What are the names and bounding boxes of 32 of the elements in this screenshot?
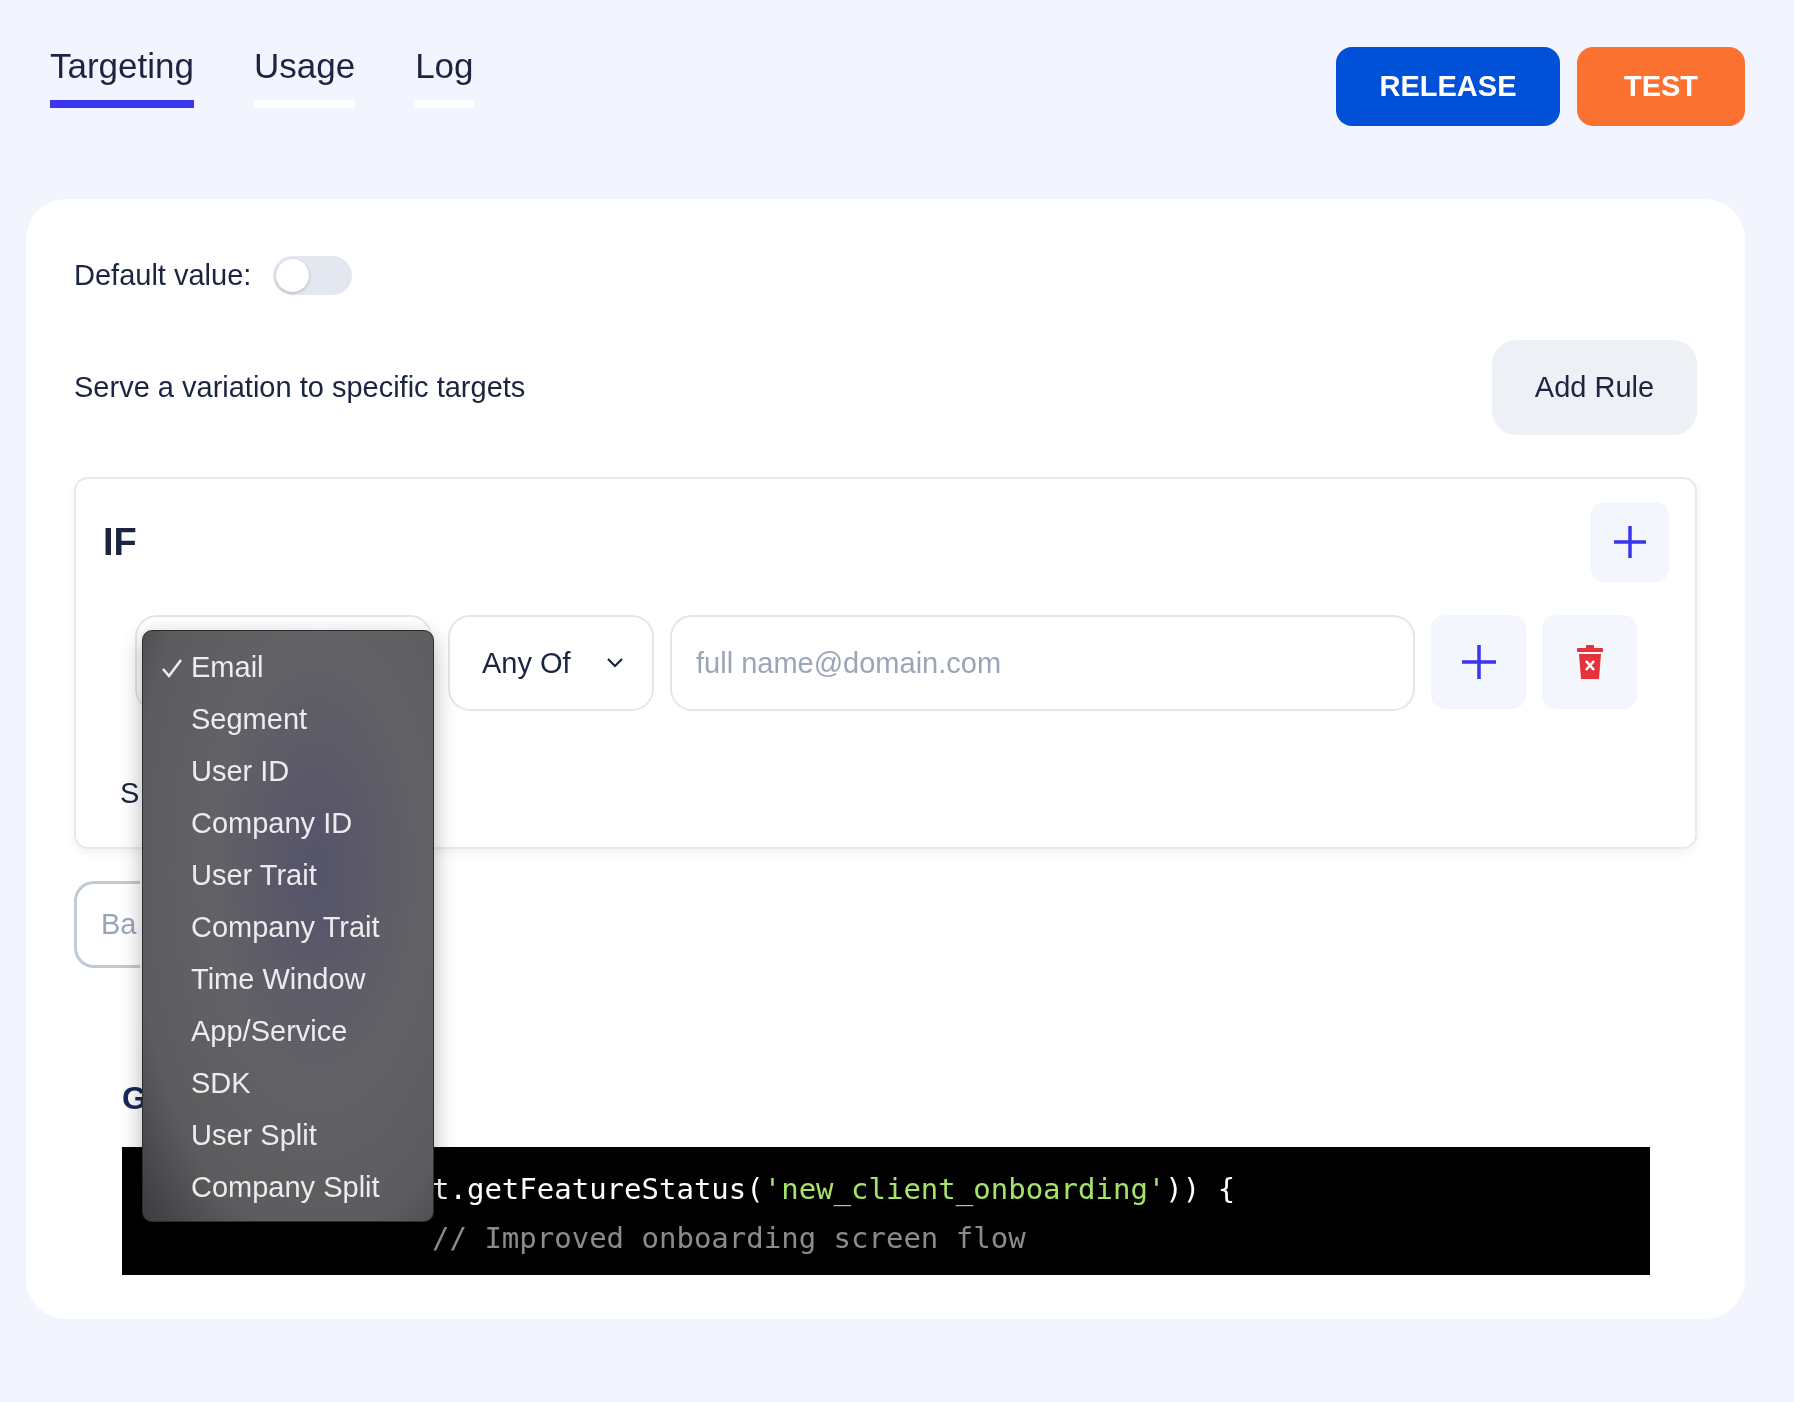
field-label: S bbox=[120, 777, 140, 810]
menu-item[interactable]: Email bbox=[143, 641, 433, 693]
add-rule-button[interactable]: Add Rule bbox=[1492, 340, 1697, 435]
menu-item[interactable]: Company ID bbox=[143, 797, 433, 849]
tab[interactable]: Usage bbox=[254, 46, 356, 108]
code-line: // Improved onboarding screen flow bbox=[432, 1220, 1027, 1257]
section-heading: Serve a variation to specific targets bbox=[74, 371, 526, 404]
trash-icon bbox=[1576, 645, 1603, 679]
menu-item[interactable]: User Trait bbox=[143, 849, 433, 901]
chevron-down-icon bbox=[606, 657, 624, 669]
release-button[interactable]: RELEASE bbox=[1336, 47, 1560, 126]
plus-icon bbox=[1611, 524, 1648, 560]
code-line: t.getFeatureStatus('new_client_onboarding')) { bbox=[432, 1171, 1237, 1208]
delete-button[interactable] bbox=[1542, 615, 1637, 709]
menu-item[interactable]: User Split bbox=[143, 1109, 433, 1161]
menu-item[interactable]: Segment bbox=[143, 693, 433, 745]
add-value-button[interactable] bbox=[1431, 615, 1526, 709]
input-field[interactable]: full name@domain.com bbox=[670, 615, 1415, 711]
operator-dropdown[interactable]: Any Of bbox=[448, 615, 654, 711]
menu-item[interactable]: Time Window bbox=[143, 953, 433, 1005]
menu-item[interactable]: SDK bbox=[143, 1057, 433, 1109]
menu-item[interactable]: App/Service bbox=[143, 1005, 433, 1057]
plus-icon bbox=[1459, 643, 1498, 681]
default-value-label: Default value: bbox=[74, 259, 252, 292]
tab[interactable]: Log bbox=[415, 46, 474, 108]
menu-item[interactable]: User ID bbox=[143, 745, 433, 797]
menu-item[interactable]: Company Split bbox=[143, 1161, 433, 1213]
rule-title: IF bbox=[103, 520, 137, 564]
tab[interactable]: Targeting bbox=[50, 46, 194, 108]
menu-item[interactable]: Company Trait bbox=[143, 901, 433, 953]
toggle-switch[interactable] bbox=[273, 256, 353, 295]
add-button[interactable] bbox=[1590, 502, 1669, 582]
